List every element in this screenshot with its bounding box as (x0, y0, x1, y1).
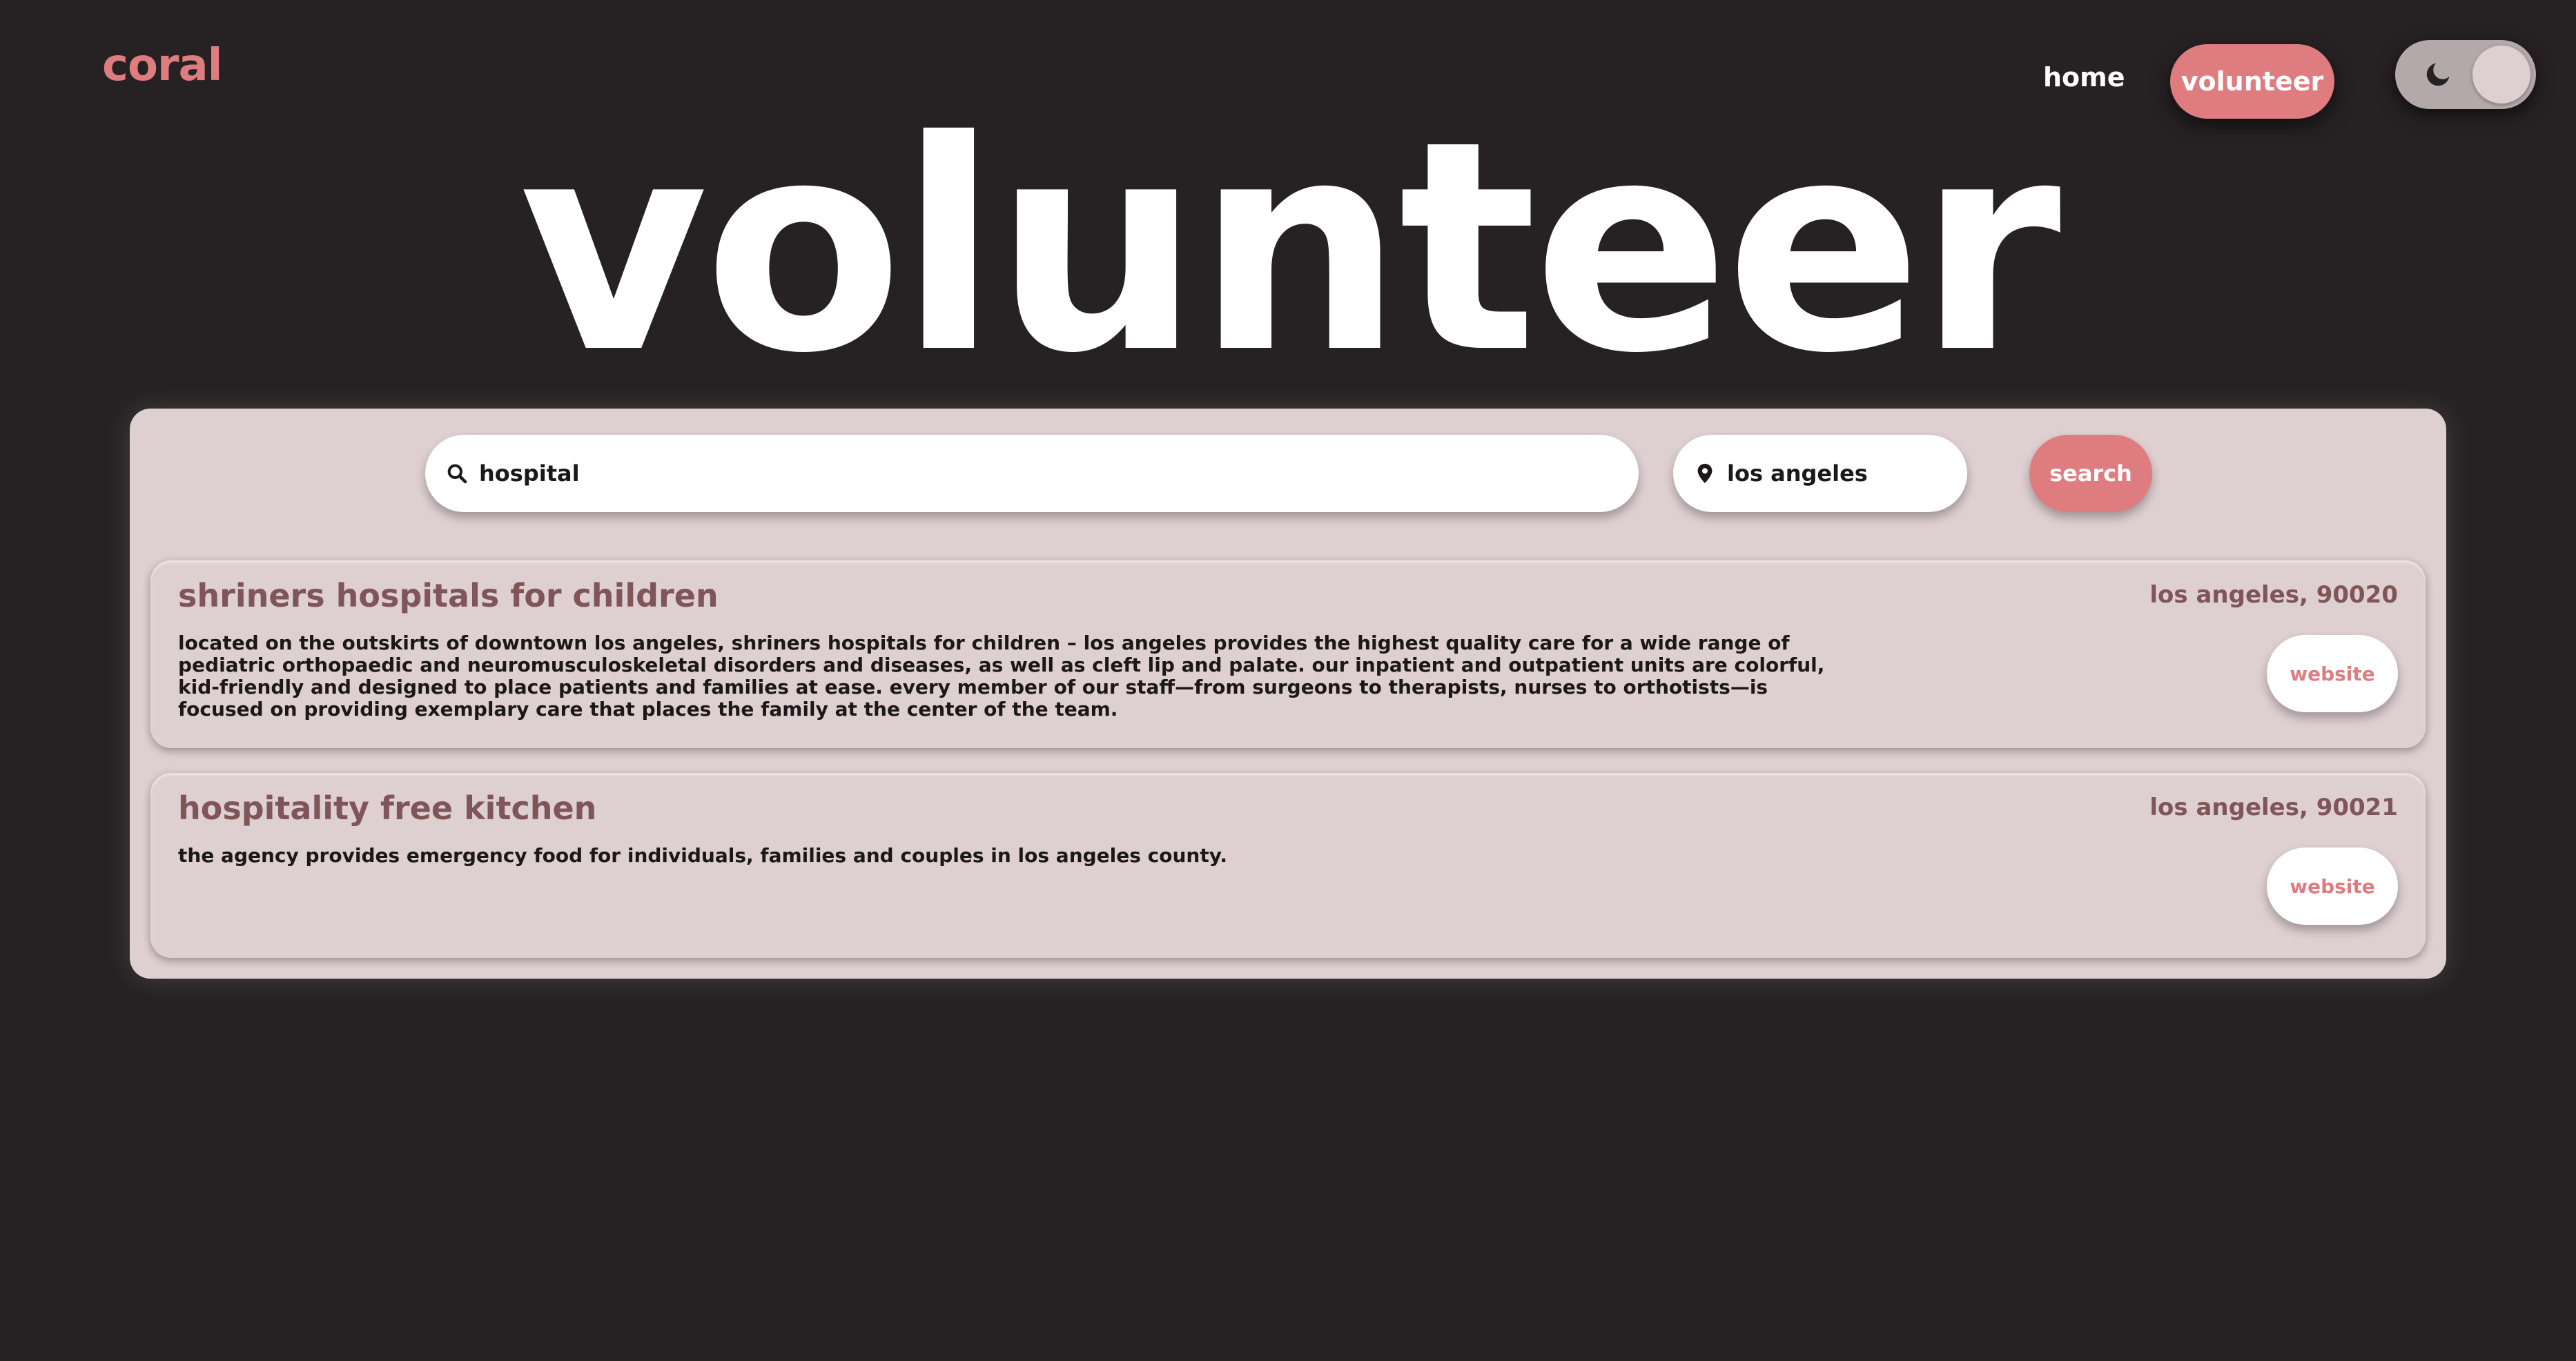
toggle-knob (2472, 46, 2530, 104)
search-icon (447, 464, 467, 484)
brand-logo[interactable]: coral (102, 40, 223, 91)
search-query-value: hospital (479, 460, 580, 487)
location-input[interactable]: los angeles (1673, 435, 1967, 512)
result-description: the agency provides emergency food for i… (178, 844, 1228, 867)
result-description: located on the outskirts of downtown los… (178, 631, 1825, 721)
result-title: hospitality free kitchen (178, 790, 597, 827)
result-title: shriners hospitals for children (178, 577, 719, 614)
website-button[interactable]: website (2267, 635, 2398, 712)
search-input[interactable]: hospital (425, 435, 1639, 512)
website-button[interactable]: website (2267, 848, 2398, 925)
result-location: los angeles, 90021 (2149, 794, 2398, 821)
search-panel: hospital los angeles search shriners hos… (130, 409, 2446, 979)
result-card: hospitality free kitchen los angeles, 90… (150, 773, 2426, 958)
search-button[interactable]: search (2029, 435, 2152, 512)
location-value: los angeles (1727, 460, 1868, 487)
page: coral home volunteer volunteer hospital … (0, 0, 2576, 1361)
map-pin-icon (1697, 464, 1713, 483)
page-title: volunteer (519, 79, 2061, 417)
result-location: los angeles, 90020 (2149, 581, 2398, 609)
result-card: shriners hospitals for children los ange… (150, 560, 2426, 748)
moon-icon (2426, 63, 2450, 86)
theme-toggle[interactable] (2395, 40, 2536, 109)
